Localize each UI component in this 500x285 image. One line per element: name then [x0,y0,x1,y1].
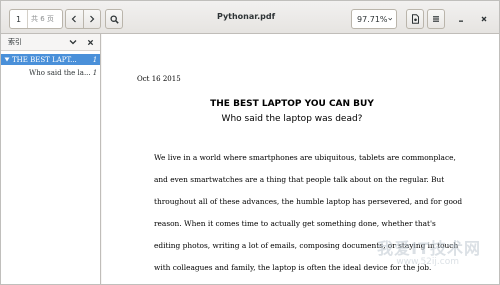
outline-item-page: 1 [92,55,98,64]
document-icon [411,14,419,24]
document-properties-button[interactable] [406,9,424,29]
watermark-text: 我爱IT技术网 [377,239,481,258]
document-viewer-window: 1 共 6 页 Pythonar.pdf 97.71% 索引 THE BEST … [0,0,500,285]
close-icon [481,16,487,22]
minimize-icon [459,20,463,22]
minimize-button[interactable] [452,10,470,28]
document-heading: THE BEST LAPTOP YOU CAN BUY [210,99,374,109]
next-page-button[interactable] [82,10,100,28]
close-window-button[interactable] [475,10,493,28]
page-number-value[interactable]: 1 [10,10,28,28]
chevron-right-icon [90,15,95,23]
chevron-down-icon [69,40,77,45]
paragraph-line: reason. When it comes time to actually g… [154,219,436,228]
search-icon [109,14,119,24]
page-navigation [65,9,101,29]
outline-item[interactable]: THE BEST LAPT... 1 [1,54,100,65]
outline-item-page: 1 [92,68,98,77]
main-menu-button[interactable] [427,9,445,29]
previous-page-button[interactable] [66,10,83,28]
document-date: Oct 16 2015 [137,75,181,83]
paragraph-line: throughout all of these advances, the hu… [154,197,463,206]
expander-triangle-icon[interactable] [2,57,12,62]
outline-item[interactable]: Who said the la... 1 [1,67,100,78]
sidebar-index-panel: 索引 THE BEST LAPT... 1 Who said the la...… [1,34,101,284]
header-bar: 1 共 6 页 Pythonar.pdf 97.71% [1,1,499,34]
hamburger-menu-icon [433,16,439,22]
outline-item-label: THE BEST LAPT... [12,55,77,64]
site-watermark: 我爱IT技术网 www.52ij.com [309,235,499,285]
page-total-label: 共 6 页 [31,15,54,23]
chevron-down-icon [387,17,392,21]
sidebar-close-button[interactable] [84,36,96,48]
page-number-entry[interactable]: 1 共 6 页 [9,9,63,29]
zoom-level-value: 97.71% [357,14,388,24]
watermark-url: www.52ij.com [396,257,459,267]
sidebar-mode-dropdown[interactable] [67,36,79,48]
chevron-left-icon [72,15,77,23]
paragraph-line: and even smartwatches are a thing that p… [154,175,445,184]
sidebar-header-label: 索引 [8,38,22,46]
sidebar-header: 索引 [1,34,100,51]
paragraph-line: We live in a world where smartphones are… [154,153,456,162]
window-title: Pythonar.pdf [216,12,276,21]
close-icon [87,39,93,45]
outline-item-label: Who said the la... [29,68,90,77]
zoom-selector[interactable]: 97.71% [351,9,397,29]
search-button[interactable] [105,9,123,29]
document-subheading: Who said the laptop was dead? [221,114,363,124]
